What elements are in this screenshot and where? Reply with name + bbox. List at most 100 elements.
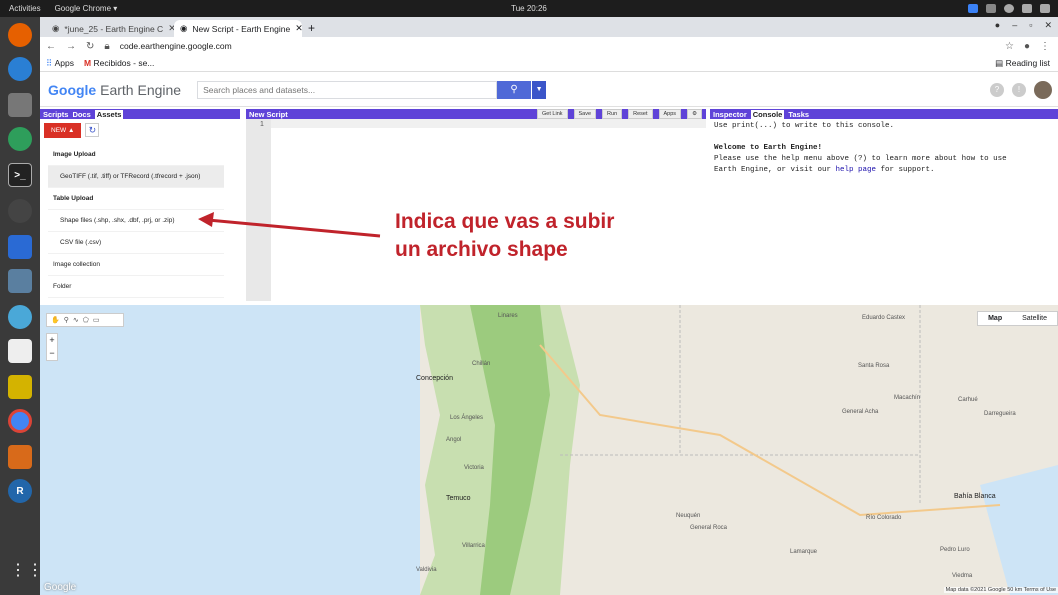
tab-scripts[interactable]: Scripts — [43, 110, 68, 119]
network-icon[interactable] — [1004, 4, 1014, 13]
activities-button[interactable]: Activities — [9, 4, 41, 13]
earth-engine-favicon-icon: ◉ — [180, 23, 188, 33]
avatar[interactable] — [1034, 80, 1052, 99]
settings-gear-icon[interactable]: ⚙ — [687, 109, 702, 119]
save-button[interactable]: Save — [573, 109, 597, 119]
atom-icon[interactable] — [8, 127, 32, 151]
map-type-map[interactable]: Map — [978, 312, 1012, 325]
drawing-tools[interactable]: ✋ ⚲ ∿ ⬠ ▭ — [46, 313, 124, 327]
ee-logo[interactable]: Google Earth Engine — [48, 82, 181, 98]
map-view[interactable]: ✋ ⚲ ∿ ⬠ ▭ + − Map Satellite Linares Chillán Co… — [40, 305, 1058, 595]
map-label: Río Colorado — [866, 515, 902, 521]
ee-header: Google Earth Engine ⚲ ▼ ?! — [40, 73, 1058, 107]
map-type-satellite[interactable]: Satellite — [1012, 312, 1057, 325]
polygon-icon[interactable]: ⬠ — [83, 316, 89, 324]
star-icon[interactable]: ☆ — [1005, 41, 1014, 52]
r-icon[interactable]: R — [8, 479, 32, 503]
zoom-in-button[interactable]: + — [47, 334, 57, 347]
slack-icon[interactable] — [8, 305, 32, 329]
menu-item-geotiff[interactable]: GeoTIFF (.tif, .tiff) or TFRecord (.tfre… — [48, 166, 224, 188]
tab-assets[interactable]: Assets — [94, 109, 124, 119]
zoom-out-button[interactable]: − — [47, 347, 57, 360]
new-asset-button[interactable]: NEW ▲ — [44, 123, 82, 138]
mail-icon[interactable] — [8, 57, 32, 81]
app-icon[interactable] — [8, 375, 32, 399]
printer-icon[interactable] — [986, 4, 996, 13]
account-avatar[interactable]: ● — [1024, 41, 1030, 52]
menu-item-image-collection[interactable]: Image collection — [48, 254, 224, 276]
map-label: General Roca — [690, 525, 728, 531]
system-topbar: Activities Google Chrome ▾ Tue 20:26 — [0, 0, 1058, 17]
search-input[interactable] — [197, 80, 498, 99]
power-icon[interactable] — [1040, 4, 1050, 13]
annotation-text: Indica que vas a subir un archivo shape — [395, 208, 614, 264]
welcome-heading: Welcome to Earth Engine! — [714, 144, 823, 152]
search-button[interactable]: ⚲ — [497, 80, 532, 99]
back-icon[interactable]: ← — [46, 41, 56, 52]
map-type-toggle[interactable]: Map Satellite — [977, 311, 1058, 326]
bookmark-apps[interactable]: ⠿ Apps — [46, 58, 74, 69]
show-apps-icon[interactable]: ⋮⋮⋮ — [10, 563, 60, 587]
menu-item-folder[interactable]: Folder — [48, 276, 224, 298]
annotation-line: un archivo shape — [395, 238, 568, 261]
close-icon[interactable]: ✕ — [295, 23, 302, 34]
camera-icon[interactable] — [968, 4, 978, 13]
firefox-icon[interactable] — [8, 23, 32, 47]
map-attribution[interactable]: Map data ©2021 Google 50 km Terms of Use — [943, 587, 1058, 593]
search-dropdown[interactable]: ▼ — [532, 80, 547, 99]
profile-icon[interactable]: ● — [995, 20, 1000, 31]
inkscape-icon[interactable] — [8, 199, 32, 223]
map-terrain — [40, 305, 1058, 595]
pdf-viewer-icon[interactable] — [8, 339, 32, 363]
tab-console[interactable]: Console — [750, 109, 785, 119]
map-label: Viedma — [952, 573, 973, 579]
volume-icon[interactable] — [1022, 4, 1032, 13]
menu-icon[interactable]: ⋮ — [1040, 41, 1050, 52]
map-label: Angol — [446, 437, 462, 443]
close-window-icon[interactable]: ✕ — [1044, 20, 1052, 31]
bookmarks-bar: ⠿ Apps M Recibidos - se... ▤ Reading lis… — [40, 55, 1058, 72]
files-icon[interactable] — [8, 93, 32, 117]
reset-button[interactable]: Reset — [628, 109, 653, 119]
chrome-icon[interactable] — [8, 409, 32, 433]
reload-icon[interactable]: ↻ — [86, 41, 94, 52]
presentation-icon[interactable] — [8, 445, 32, 469]
address-bar[interactable]: code.earthengine.google.com — [120, 41, 232, 51]
terminal-icon[interactable]: >_ — [8, 163, 32, 187]
console-output: Use print(...) to write to this console.… — [714, 121, 1007, 176]
annotation-line: Indica que vas a subir — [395, 210, 615, 233]
marker-icon[interactable]: ⚲ — [64, 316, 69, 324]
new-tab-button[interactable]: + — [308, 21, 315, 35]
run-button[interactable]: Run — [602, 109, 623, 119]
minimize-icon[interactable]: – — [1012, 20, 1017, 31]
zoom-controls[interactable]: + − — [46, 333, 58, 361]
app-menu[interactable]: Google Chrome ▾ — [55, 4, 118, 13]
rectangle-icon[interactable]: ▭ — [93, 316, 100, 324]
get-link-button[interactable]: Get Link — [537, 109, 568, 119]
notification-icon[interactable]: ! — [1012, 82, 1026, 97]
writer-icon[interactable] — [8, 235, 32, 259]
window-controls: ● – ▫ ✕ — [995, 20, 1052, 31]
help-page-link[interactable]: help page — [836, 166, 877, 174]
tab-new-script[interactable]: ◉ New Script - Earth Engine ✕ — [174, 20, 302, 37]
image-viewer-icon[interactable] — [8, 269, 32, 293]
forward-icon[interactable]: → — [66, 41, 76, 52]
tab-inspector[interactable]: Inspector — [713, 110, 747, 119]
tab-june25[interactable]: ◉ *june_25 - Earth Engine C ✕ — [46, 20, 174, 37]
maximize-icon[interactable]: ▫ — [1029, 20, 1032, 31]
welcome-text: for support. — [876, 166, 935, 174]
apps-button[interactable]: Apps — [658, 109, 682, 119]
reading-list-button[interactable]: ▤ Reading list — [995, 58, 1050, 69]
line-icon[interactable]: ∿ — [73, 316, 79, 324]
left-panel-tabs: Scripts Docs Assets — [40, 109, 240, 119]
clock[interactable]: Tue 20:26 — [511, 4, 547, 13]
tab-tasks[interactable]: Tasks — [788, 110, 809, 119]
bookmark-gmail[interactable]: M Recibidos - se... — [84, 58, 154, 68]
system-tray[interactable] — [968, 4, 1050, 13]
hand-icon[interactable]: ✋ — [51, 316, 60, 324]
tab-docs[interactable]: Docs — [72, 110, 90, 119]
map-label: Santa Rosa — [858, 363, 890, 369]
refresh-icon[interactable]: ↻ — [85, 122, 100, 137]
script-title: New Script — [249, 109, 288, 119]
help-icon[interactable]: ? — [990, 82, 1004, 97]
